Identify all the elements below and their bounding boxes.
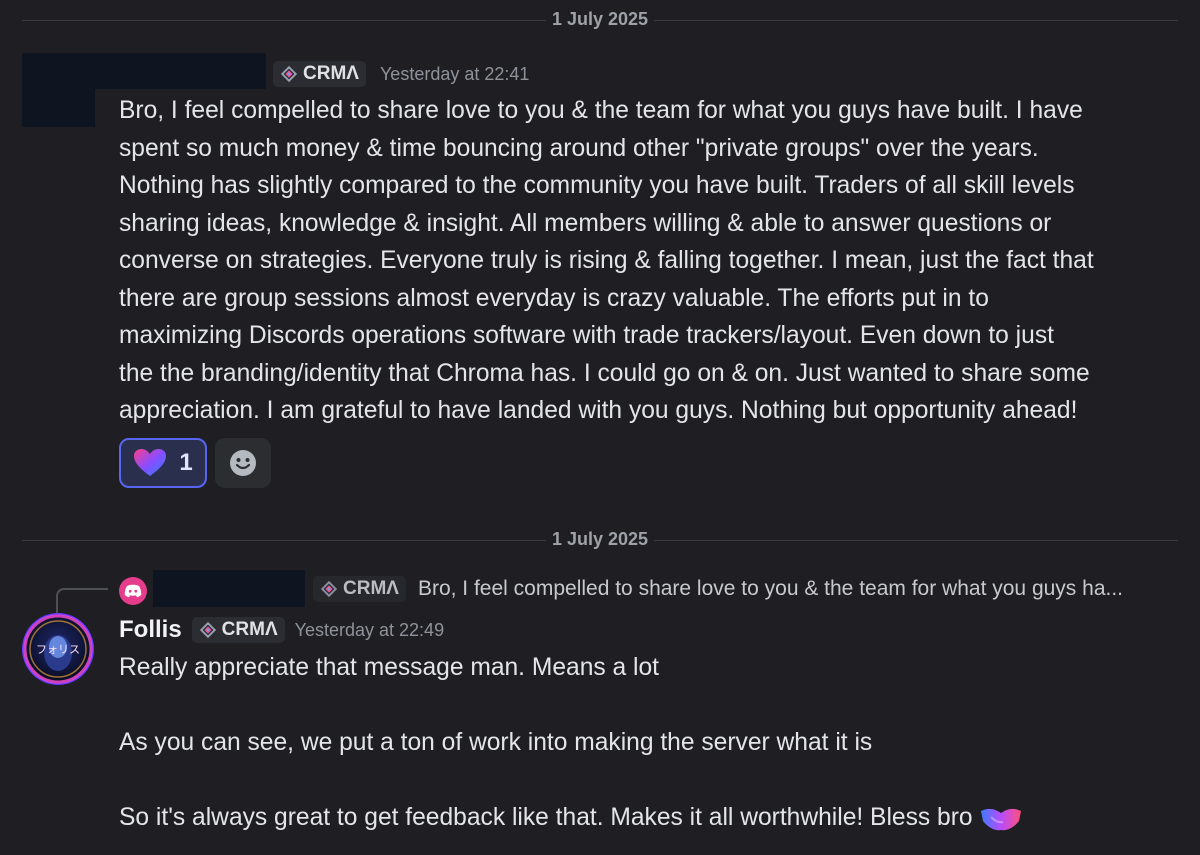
reaction-heart[interactable]: 1	[119, 438, 207, 488]
message-line-with-emoji: So it's always great to get feedback lik…	[119, 799, 1160, 837]
add-reaction-button[interactable]	[215, 438, 271, 488]
avatar[interactable]: フォリス	[22, 613, 94, 685]
reply-reference[interactable]: CRMΛ Bro, I feel compelled to share love…	[313, 576, 1123, 602]
message-line: So it's always great to get feedback lik…	[119, 804, 973, 831]
message-line: Really appreciate that message man. Mean…	[119, 654, 659, 681]
gradient-heart-icon	[134, 449, 167, 476]
crma-logo-icon	[320, 580, 338, 598]
message-content: Bro, I feel compelled to share love to y…	[119, 97, 1094, 424]
reply-preview-text: Bro, I feel compelled to share love to y…	[417, 577, 1124, 600]
server-tag[interactable]: CRMΛ	[191, 617, 285, 643]
username[interactable]: Follis	[119, 616, 182, 644]
smiley-icon	[230, 450, 256, 476]
date-divider: 1 July 2025	[22, 529, 1178, 550]
reply-server-tag-label: CRMΛ	[343, 578, 399, 599]
crma-logo-icon	[280, 65, 298, 83]
server-tag[interactable]: CRMΛ	[273, 61, 366, 87]
date-divider: 1 July 2025	[22, 9, 1178, 30]
message-line: As you can see, we put a ton of work int…	[119, 729, 873, 756]
date-divider-label: 1 July 2025	[545, 529, 655, 550]
message-timestamp: Yesterday at 22:49	[294, 619, 445, 640]
redacted-username	[22, 53, 266, 89]
message-header: CRMΛ Yesterday at 22:41	[273, 61, 529, 87]
redacted-avatar	[22, 86, 95, 127]
redacted-reply-username	[153, 570, 305, 607]
avatar-text: フォリス	[36, 644, 80, 656]
message-header: Follis CRMΛ Yesterday at 22:49	[119, 616, 444, 644]
crma-logo-icon	[199, 621, 216, 639]
discord-logo-icon	[119, 577, 147, 605]
reaction-count: 1	[179, 449, 193, 476]
reply-connector	[56, 588, 108, 614]
handshake-icon	[980, 808, 1021, 830]
date-divider-label: 1 July 2025	[545, 9, 655, 30]
server-tag-label: CRMΛ	[303, 63, 359, 84]
reply-server-tag: CRMΛ	[313, 576, 406, 602]
message-timestamp: Yesterday at 22:41	[379, 63, 530, 84]
server-tag-label: CRMΛ	[221, 619, 278, 640]
